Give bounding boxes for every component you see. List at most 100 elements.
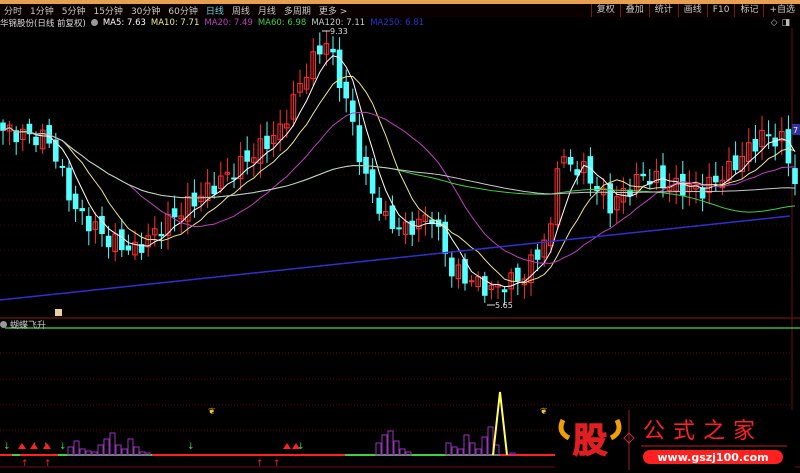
candle-body	[534, 249, 541, 260]
candle-body	[264, 135, 270, 149]
histogram-bar	[405, 451, 412, 456]
settings-icon[interactable]	[90, 19, 98, 26]
toolbar-button[interactable]: 标记	[734, 4, 763, 17]
candle-body	[158, 234, 165, 237]
ma-value: MA120: 7.11	[311, 17, 366, 28]
period-tab[interactable]: 周线	[228, 4, 254, 17]
histogram-bar	[481, 436, 488, 456]
panel-toggle-icon[interactable]: ◨	[781, 18, 790, 28]
candle-body	[119, 229, 125, 251]
diamond-icon[interactable]: ◇	[771, 18, 778, 28]
corner-icons: ◇ ◨	[771, 18, 790, 28]
candle-body	[211, 185, 217, 195]
logo-url: www.gszj100.com	[657, 451, 768, 464]
candle-body	[607, 183, 614, 214]
up-triangle-icon	[283, 443, 291, 449]
histogram-bar	[91, 451, 98, 456]
candle-body	[350, 100, 356, 122]
candle-body	[105, 235, 112, 248]
candle-body	[343, 81, 349, 99]
histogram-bar	[387, 430, 394, 456]
up-arrow-icon: ↑	[256, 459, 264, 469]
kline-chart[interactable]: 9.335.657❦❦↓↓↓↓↓↓↑↑↑↑	[0, 28, 800, 470]
period-tab[interactable]: 5分钟	[58, 4, 90, 17]
high-price-label: 9.33	[330, 28, 348, 36]
histogram-bar	[67, 446, 74, 456]
candle-body	[86, 215, 92, 232]
candle-body	[356, 125, 363, 163]
candle-body	[449, 257, 455, 277]
ma-value: MA5: 7.63	[102, 17, 146, 28]
histogram-bar	[97, 444, 104, 456]
histogram-bar	[469, 442, 476, 456]
candle-body	[515, 267, 521, 282]
candle-body	[72, 193, 79, 210]
period-tab[interactable]: 30分钟	[127, 4, 164, 17]
histogram-bar	[115, 444, 122, 456]
up-arrow-icon: ↑	[44, 459, 52, 469]
ma-value: MA20: 7.49	[204, 17, 253, 28]
period-tab[interactable]: 更多 >	[315, 4, 351, 17]
toolbar-button[interactable]: 统计	[648, 4, 678, 17]
candle-body	[191, 192, 198, 207]
candle-body	[640, 173, 647, 177]
candle-body	[66, 167, 72, 201]
butterfly-icon: ❦	[540, 407, 548, 417]
histogram-bar	[133, 446, 140, 456]
histogram-bar	[73, 440, 80, 456]
candle-body	[59, 165, 66, 168]
histogram-bar	[445, 442, 452, 456]
candle-body	[785, 129, 792, 164]
ma-value: MA250: 6.81	[370, 17, 425, 28]
toolbar-button[interactable]: 叠加	[619, 4, 649, 17]
settings-icon[interactable]	[0, 321, 7, 328]
histogram-bar	[139, 451, 146, 456]
candle-body	[125, 245, 132, 251]
logo-char: 股	[573, 421, 607, 461]
candle-body	[660, 165, 666, 189]
toolbar-button[interactable]: F10	[706, 4, 735, 17]
toolbar-button[interactable]: 复权	[590, 4, 620, 17]
period-tab[interactable]: 分时	[0, 4, 26, 17]
histogram-bar	[451, 446, 458, 456]
candle-body	[713, 175, 719, 183]
indicator-name: 蝴蝶飞升	[10, 321, 47, 331]
period-tab[interactable]: 1分钟	[26, 4, 58, 17]
histogram-bar	[463, 434, 470, 456]
candle-body	[765, 134, 772, 137]
candle-body	[33, 136, 39, 146]
histogram-bar	[127, 438, 134, 456]
candle-body	[752, 139, 759, 152]
ma-value: MA10: 7.71	[150, 17, 200, 28]
period-tab[interactable]: 15分钟	[89, 4, 126, 17]
toolbar-button[interactable]: 画线	[677, 4, 707, 17]
period-tab[interactable]: 月线	[254, 4, 280, 17]
candle-body	[79, 208, 86, 212]
down-arrow-icon: ↓	[59, 442, 67, 452]
up-arrow-icon: ↑	[273, 459, 281, 469]
info-marker-icon	[55, 309, 62, 316]
period-tab[interactable]: 多周期	[280, 4, 315, 17]
candle-body	[336, 49, 343, 89]
period-tab[interactable]: 日线	[202, 4, 228, 17]
logo-name: 公式之家	[643, 419, 763, 444]
candle-body	[567, 157, 574, 165]
up-triangle-icon	[18, 443, 26, 449]
toolbar-button[interactable]: +自选	[763, 4, 800, 17]
candle-body	[171, 208, 178, 218]
candle-body	[792, 168, 798, 185]
period-tab[interactable]: 60分钟	[164, 4, 201, 17]
candle-body	[244, 150, 250, 162]
candle-body	[317, 45, 323, 55]
watermark-logo: 股 公式之家 www.gszj100.com	[555, 410, 795, 470]
histogram-bar	[393, 440, 400, 456]
candle-body	[396, 227, 402, 230]
histogram-bar	[487, 426, 494, 456]
ma-value: MA60: 6.98	[257, 17, 307, 28]
candle-body	[699, 187, 706, 199]
down-arrow-icon: ↓	[3, 442, 11, 452]
histogram-bar	[109, 432, 116, 456]
butterfly-icon: ❦	[208, 407, 216, 417]
right-axis-label: 7	[793, 126, 798, 135]
candle-body	[409, 220, 415, 235]
